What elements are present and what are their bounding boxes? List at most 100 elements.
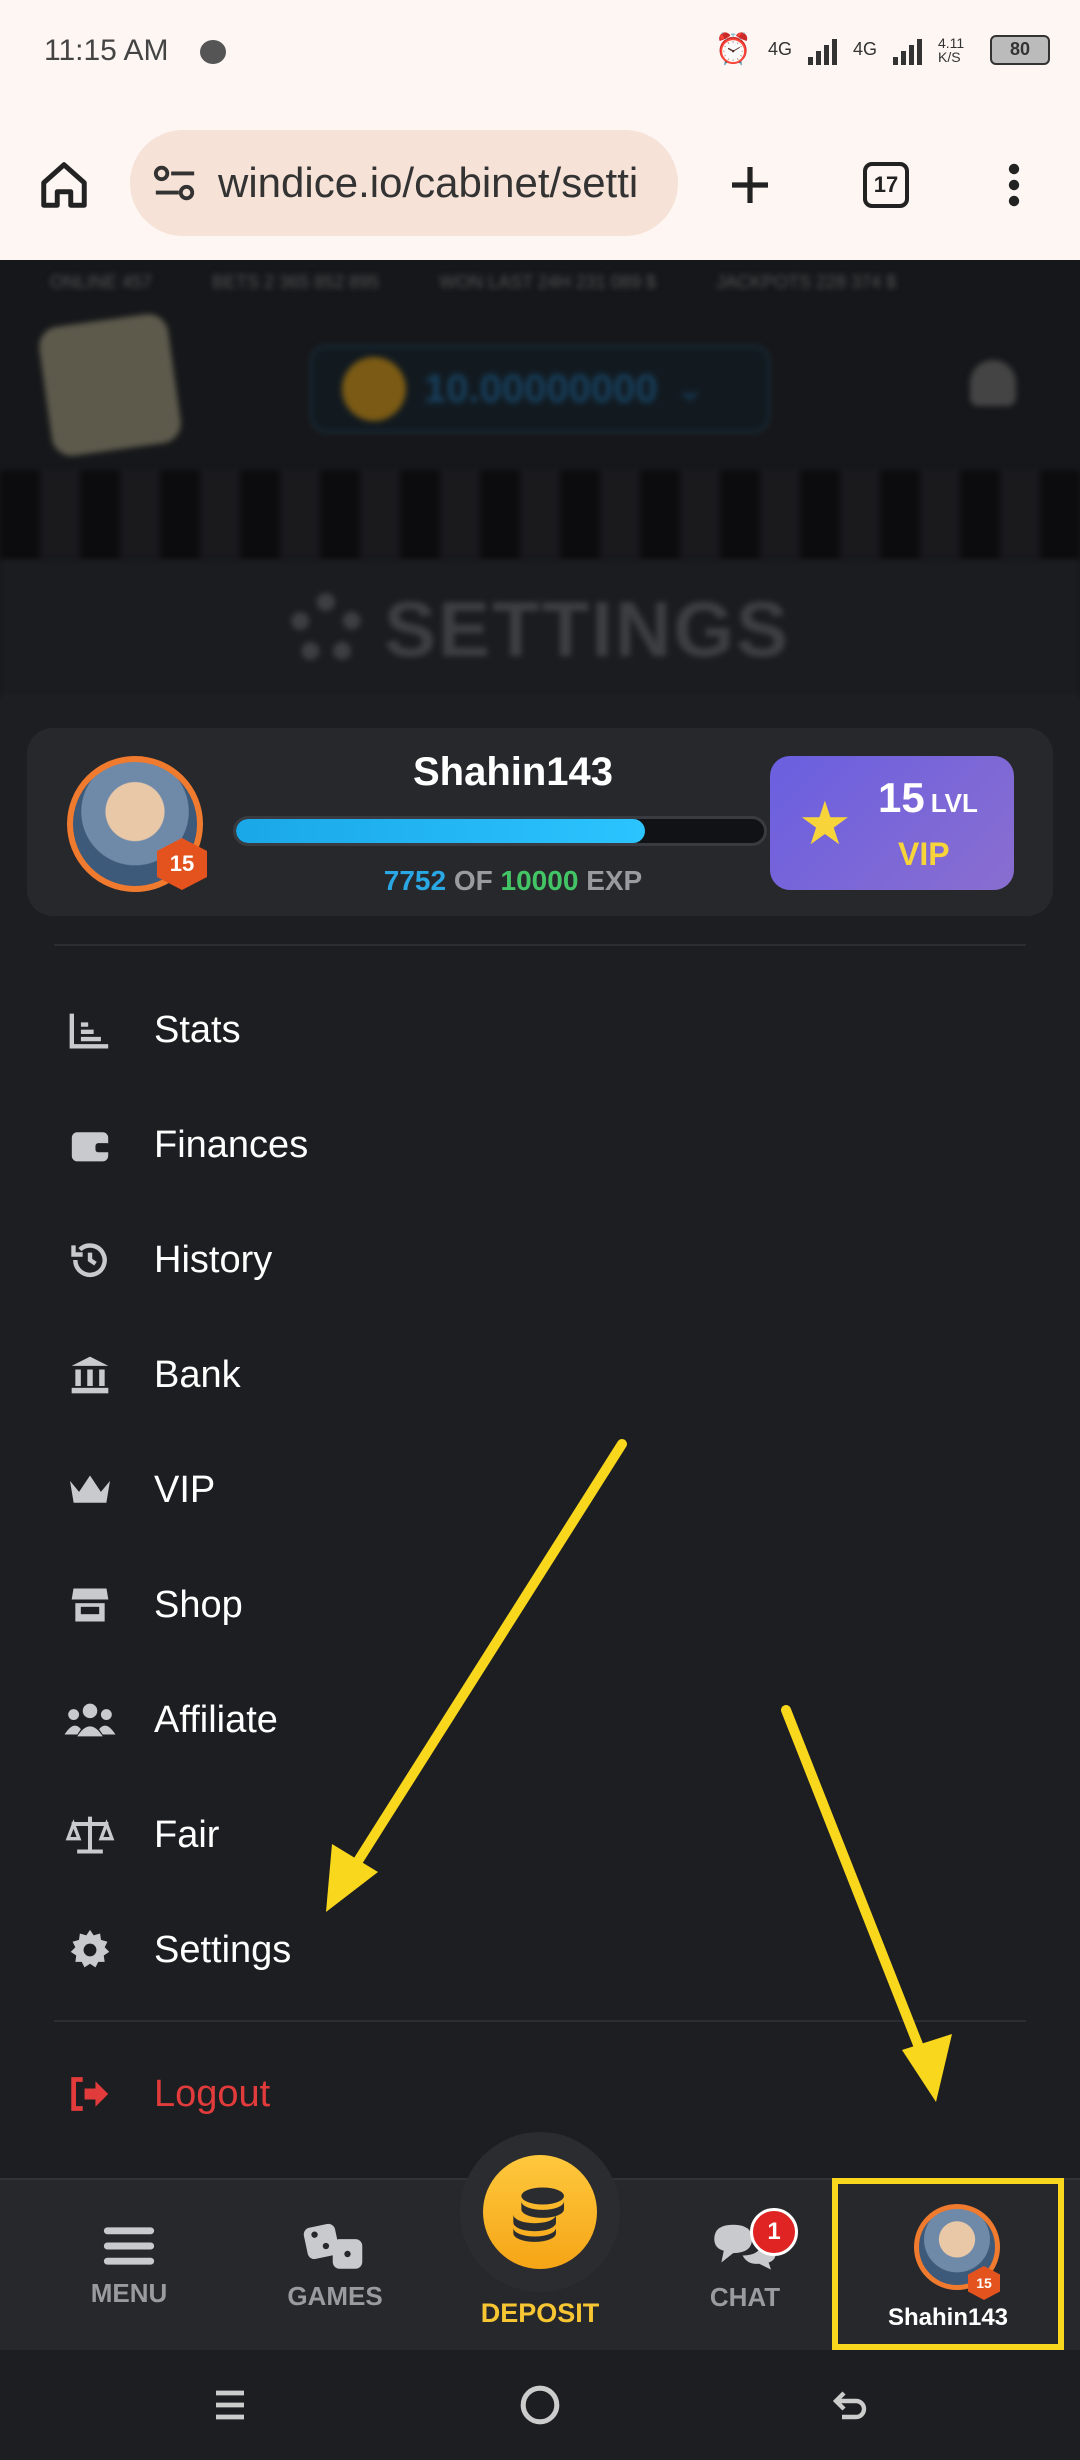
ticker-item: BETS 2 365 852 895 [212,272,380,292]
exp-progress-fill [236,819,646,843]
nav-label: MENU [90,2277,168,2308]
nav-label: CHAT [709,2281,781,2312]
nav-games[interactable]: GAMES [250,2180,420,2352]
exp-of: OF [453,865,493,896]
network-label-2: 4G [852,39,877,59]
balance-selector[interactable]: 10.00000000 ⌄ [310,345,770,433]
menu-item-finances[interactable]: Finances [60,1105,960,1185]
menu-item-fair[interactable]: Fair [60,1795,960,1875]
site-logo[interactable] [36,311,184,459]
deposit-label: DEPOSIT [480,2298,600,2328]
ticker-item: JACKPOTS 228 374 $ [715,272,897,292]
header-pattern [0,470,1080,560]
nav-menu[interactable]: MENU [44,2180,214,2352]
hamburger-icon [103,2226,155,2265]
recent-apps-icon[interactable] [200,2380,260,2430]
coin-icon [342,357,406,421]
history-icon [60,1235,120,1285]
page-banner: SETTINGS [0,560,1080,700]
menu-item-shop[interactable]: Shop [60,1565,960,1645]
exp-text: 7752 OF 10000 EXP [233,865,793,897]
network-label-1: 4G [767,39,792,59]
address-bar[interactable]: windice.io/cabinet/setti [130,130,678,236]
coins-icon [483,2155,597,2269]
divider [54,944,1026,946]
menu-label: Shop [154,1583,243,1626]
url-text: windice.io/cabinet/setti [218,159,639,206]
system-navigation-bar [0,2350,1080,2460]
network-speed: 4.11 K/S [938,34,965,65]
menu-label: Settings [154,1928,292,1971]
battery-icon: 80 [990,34,1050,65]
vip-label: VIP [898,836,950,872]
deposit-button[interactable] [460,2132,620,2292]
users-icon [60,1695,120,1745]
menu-item-stats[interactable]: Stats [60,990,960,1070]
chat-unread-badge: 1 [750,2208,798,2256]
gear-icon [289,593,362,665]
store-icon [60,1580,120,1630]
ticker-item: WON LAST 24H 231 089 $ [439,272,656,292]
menu-item-settings[interactable]: Settings [60,1910,960,1990]
vip-level-number: 15 [878,774,925,821]
tabs-button[interactable]: 17 [856,155,916,215]
message-notification-icon [200,40,226,64]
tab-count: 17 [863,162,909,208]
stats-ticker: ONLINE 457 BETS 2 365 852 895 WON LAST 2… [0,260,1080,304]
bell-icon[interactable] [970,360,1016,406]
menu-label: Bank [154,1353,241,1396]
vip-level: 15 LVL [878,774,978,822]
menu-item-affiliate[interactable]: Affiliate [60,1680,960,1760]
home-icon[interactable] [34,155,94,215]
logout-label: Logout [154,2072,271,2115]
ticker-item: ONLINE 457 [50,272,153,292]
nav-profile[interactable]: 15 Shahin143 [832,2178,1064,2350]
exp-unit: EXP [586,865,643,896]
menu-label: VIP [154,1468,216,1511]
menu-item-history[interactable]: History [60,1220,960,1300]
new-tab-icon[interactable] [720,155,780,215]
exp-current: 7752 [383,865,447,896]
menu-item-bank[interactable]: Bank [60,1335,960,1415]
username: Shahin143 [412,750,614,794]
logout-button[interactable]: Logout [60,2054,960,2134]
status-time: 11:15 AM [44,34,169,67]
signal-icon-2 [893,35,922,65]
profile-card: 15 Shahin143 7752 OF 10000 EXP ★ 15 LVL V… [27,728,1053,916]
nav-profile-name: Shahin143 [887,2304,1009,2331]
more-menu-icon[interactable] [984,155,1044,215]
chevron-down-icon: ⌄ [675,370,705,408]
bar-chart-icon [60,1005,120,1055]
scale-icon [60,1810,120,1860]
exp-progress-bar [233,816,767,846]
menu-label: Stats [154,1008,241,1051]
wallet-icon [60,1120,120,1170]
status-bar: 11:15 AM ⏰ 4G 4G 4.11 K/S 80 [0,0,1080,100]
gear-icon [60,1925,120,1975]
page-title: SETTINGS [383,584,791,673]
nav-label: GAMES [287,2280,383,2311]
menu-label: History [154,1238,273,1281]
back-icon[interactable] [820,2380,880,2430]
vip-level-card[interactable]: ★ 15 LVL VIP [770,756,1014,890]
home-circle-icon[interactable] [510,2380,570,2430]
status-indicators: ⏰ 4G 4G 4.11 K/S 80 [715,32,1050,67]
nav-chat[interactable]: CHAT [660,2180,830,2352]
balance-amount: 10.00000000 [424,366,658,411]
site-header: ONLINE 457 BETS 2 365 852 895 WON LAST 2… [0,260,1080,700]
divider [54,2020,1026,2022]
logout-icon [60,2069,120,2119]
exp-max: 10000 [500,865,579,896]
star-icon: ★ [798,790,852,857]
signal-icon [807,35,837,65]
site-settings-icon[interactable] [152,163,198,203]
crown-icon [60,1465,120,1515]
menu-label: Finances [154,1123,309,1166]
dice-icon [303,2223,363,2269]
vip-lvl-label: LVL [930,788,978,818]
menu-label: Fair [154,1813,220,1856]
menu-item-vip[interactable]: VIP [60,1450,960,1530]
arrow-to-profile [781,1705,933,2075]
alarm-icon: ⏰ [714,33,752,66]
bank-icon [60,1350,120,1400]
